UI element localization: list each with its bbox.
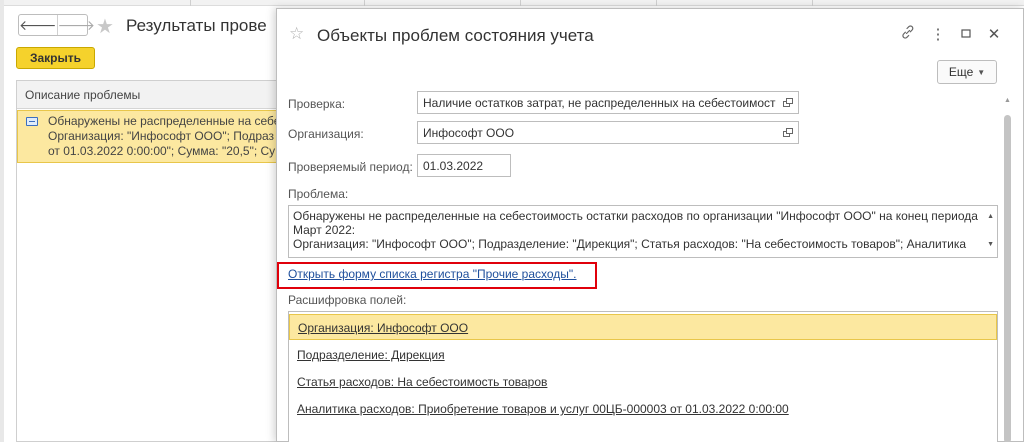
favorite-star-icon[interactable]: ☆ xyxy=(289,24,304,44)
nav-buttons: 🡐 🡒 xyxy=(18,14,95,36)
maximize-icon[interactable] xyxy=(957,25,975,42)
list-item[interactable]: Подразделение: Дирекция xyxy=(289,342,997,368)
chevron-down-icon: ▼ xyxy=(977,67,986,77)
list-item[interactable]: Статья расходов: На себестоимость товаро… xyxy=(289,369,997,395)
arrow-left-icon: 🡐 xyxy=(19,16,57,33)
record-icon xyxy=(26,117,38,126)
open-icon[interactable] xyxy=(783,127,794,138)
organization-value: Инфософт ООО xyxy=(423,126,515,140)
organization-label: Организация: xyxy=(288,127,364,141)
period-value: 01.03.2022 xyxy=(423,159,484,173)
check-field[interactable]: Наличие остатков затрат, не распределенн… xyxy=(417,91,799,114)
more-actions-icon[interactable]: ⋮ xyxy=(929,25,947,43)
more-button-label: Еще xyxy=(948,65,974,79)
more-button[interactable]: Еще ▼ xyxy=(937,60,997,84)
list-item[interactable]: Аналитика расходов: Приобретение товаров… xyxy=(289,396,997,422)
scroll-up-icon[interactable]: ▲ xyxy=(987,210,994,224)
period-label: Проверяемый период: xyxy=(288,160,413,174)
scroll-up-icon[interactable]: ▲ xyxy=(1004,97,1011,104)
favorite-star-icon[interactable]: ★ xyxy=(96,14,114,39)
problem-line-3: Организация: "Инфософт ООО"; Подразделен… xyxy=(293,237,967,251)
left-edge xyxy=(0,0,4,442)
background-title: Результаты прове xyxy=(126,16,267,35)
period-field[interactable]: 01.03.2022 xyxy=(417,154,511,177)
dialog-scrollbar[interactable]: ▲ xyxy=(1003,97,1012,442)
open-icon[interactable] xyxy=(783,97,794,108)
problem-textarea[interactable]: Обнаружены не распределенные на себестои… xyxy=(288,205,998,258)
problem-label: Проблема: xyxy=(288,187,349,201)
list-item[interactable]: Организация: Инфософт ООО xyxy=(289,314,997,340)
scroll-down-icon[interactable]: ▼ xyxy=(987,238,994,252)
problem-objects-dialog: ☆ Объекты проблем состояния учета ⋮ ✕ Ещ… xyxy=(276,8,1024,442)
arrow-right-icon: 🡒 xyxy=(57,16,96,33)
open-register-link[interactable]: Открыть форму списка регистра "Прочие ра… xyxy=(288,267,577,281)
back-button[interactable]: 🡐 xyxy=(19,15,57,35)
fields-list: Организация: Инфософт ООО Подразделение:… xyxy=(288,311,998,442)
check-label: Проверка: xyxy=(288,97,346,111)
link-icon[interactable] xyxy=(899,25,917,43)
dialog-title: Объекты проблем состояния учета xyxy=(317,26,594,45)
check-value: Наличие остатков затрат, не распределенн… xyxy=(423,96,776,110)
scrollbar-thumb[interactable] xyxy=(1004,115,1011,442)
problem-line-2: Март 2022: xyxy=(293,223,356,237)
close-icon[interactable]: ✕ xyxy=(985,25,1003,43)
problem-line-1: Обнаружены не распределенные на себестои… xyxy=(293,209,978,223)
fields-label: Расшифровка полей: xyxy=(288,293,407,307)
organization-field[interactable]: Инфософт ООО xyxy=(417,121,799,144)
forward-button[interactable]: 🡒 xyxy=(56,15,96,35)
close-button[interactable]: Закрыть xyxy=(16,47,95,69)
